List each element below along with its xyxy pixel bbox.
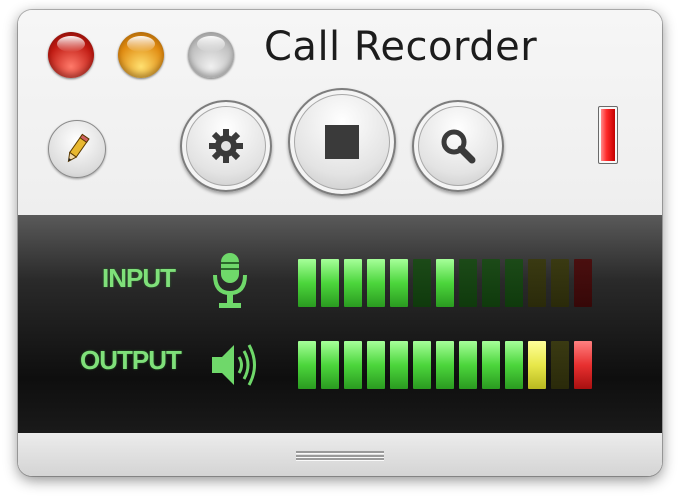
window-title: Call Recorder: [264, 24, 538, 70]
input-meter-segment: [321, 259, 339, 307]
input-meter-segment: [390, 259, 408, 307]
input-meter-segment: [367, 259, 385, 307]
input-meter-segment: [574, 259, 592, 307]
input-meter-segment: [528, 259, 546, 307]
output-label: OUTPUT: [80, 345, 182, 375]
app-window: Call Recorder INPUT OUTPUT: [18, 10, 662, 476]
level-meter-panel: INPUT OUTPUT: [18, 215, 662, 433]
output-meter-segment: [505, 341, 523, 389]
output-meter-segment: [298, 341, 316, 389]
input-meter-segment: [413, 259, 431, 307]
input-meter-segment: [344, 259, 362, 307]
input-meter-segment: [482, 259, 500, 307]
window-footer: [18, 433, 662, 476]
input-meter-segment: [551, 259, 569, 307]
pencil-icon: [67, 133, 90, 163]
output-meter-segment: [436, 341, 454, 389]
minimize-button[interactable]: [118, 32, 164, 78]
input-meter-segment: [459, 259, 477, 307]
magnifier-icon: [441, 129, 476, 164]
speaker-icon: [212, 344, 256, 386]
close-button[interactable]: [48, 32, 94, 78]
output-meter-segment: [574, 341, 592, 389]
output-meter-segment: [321, 341, 339, 389]
output-meter-segment: [528, 341, 546, 389]
input-meter-segment: [436, 259, 454, 307]
microphone-icon: [213, 253, 247, 308]
recording-indicator: [598, 106, 618, 164]
recording-indicator-fill: [601, 109, 615, 161]
output-meter-segment: [482, 341, 500, 389]
gear-icon: [209, 129, 243, 163]
edit-button[interactable]: [48, 120, 106, 178]
output-meter-segment: [551, 341, 569, 389]
stop-icon: [325, 125, 359, 159]
settings-button[interactable]: [180, 100, 272, 192]
input-meter-segment: [505, 259, 523, 307]
input-meter-segment: [298, 259, 316, 307]
output-level-meter: [298, 341, 592, 389]
output-meter-segment: [390, 341, 408, 389]
input-level-meter: [298, 259, 592, 307]
output-meter-segment: [367, 341, 385, 389]
zoom-button[interactable]: [188, 32, 234, 78]
output-meter-segment: [344, 341, 362, 389]
search-button[interactable]: [412, 100, 504, 192]
output-meter-segment: [459, 341, 477, 389]
input-label: INPUT: [102, 263, 176, 293]
output-meter-segment: [413, 341, 431, 389]
stop-button[interactable]: [288, 88, 396, 196]
resize-grip[interactable]: [296, 451, 384, 461]
